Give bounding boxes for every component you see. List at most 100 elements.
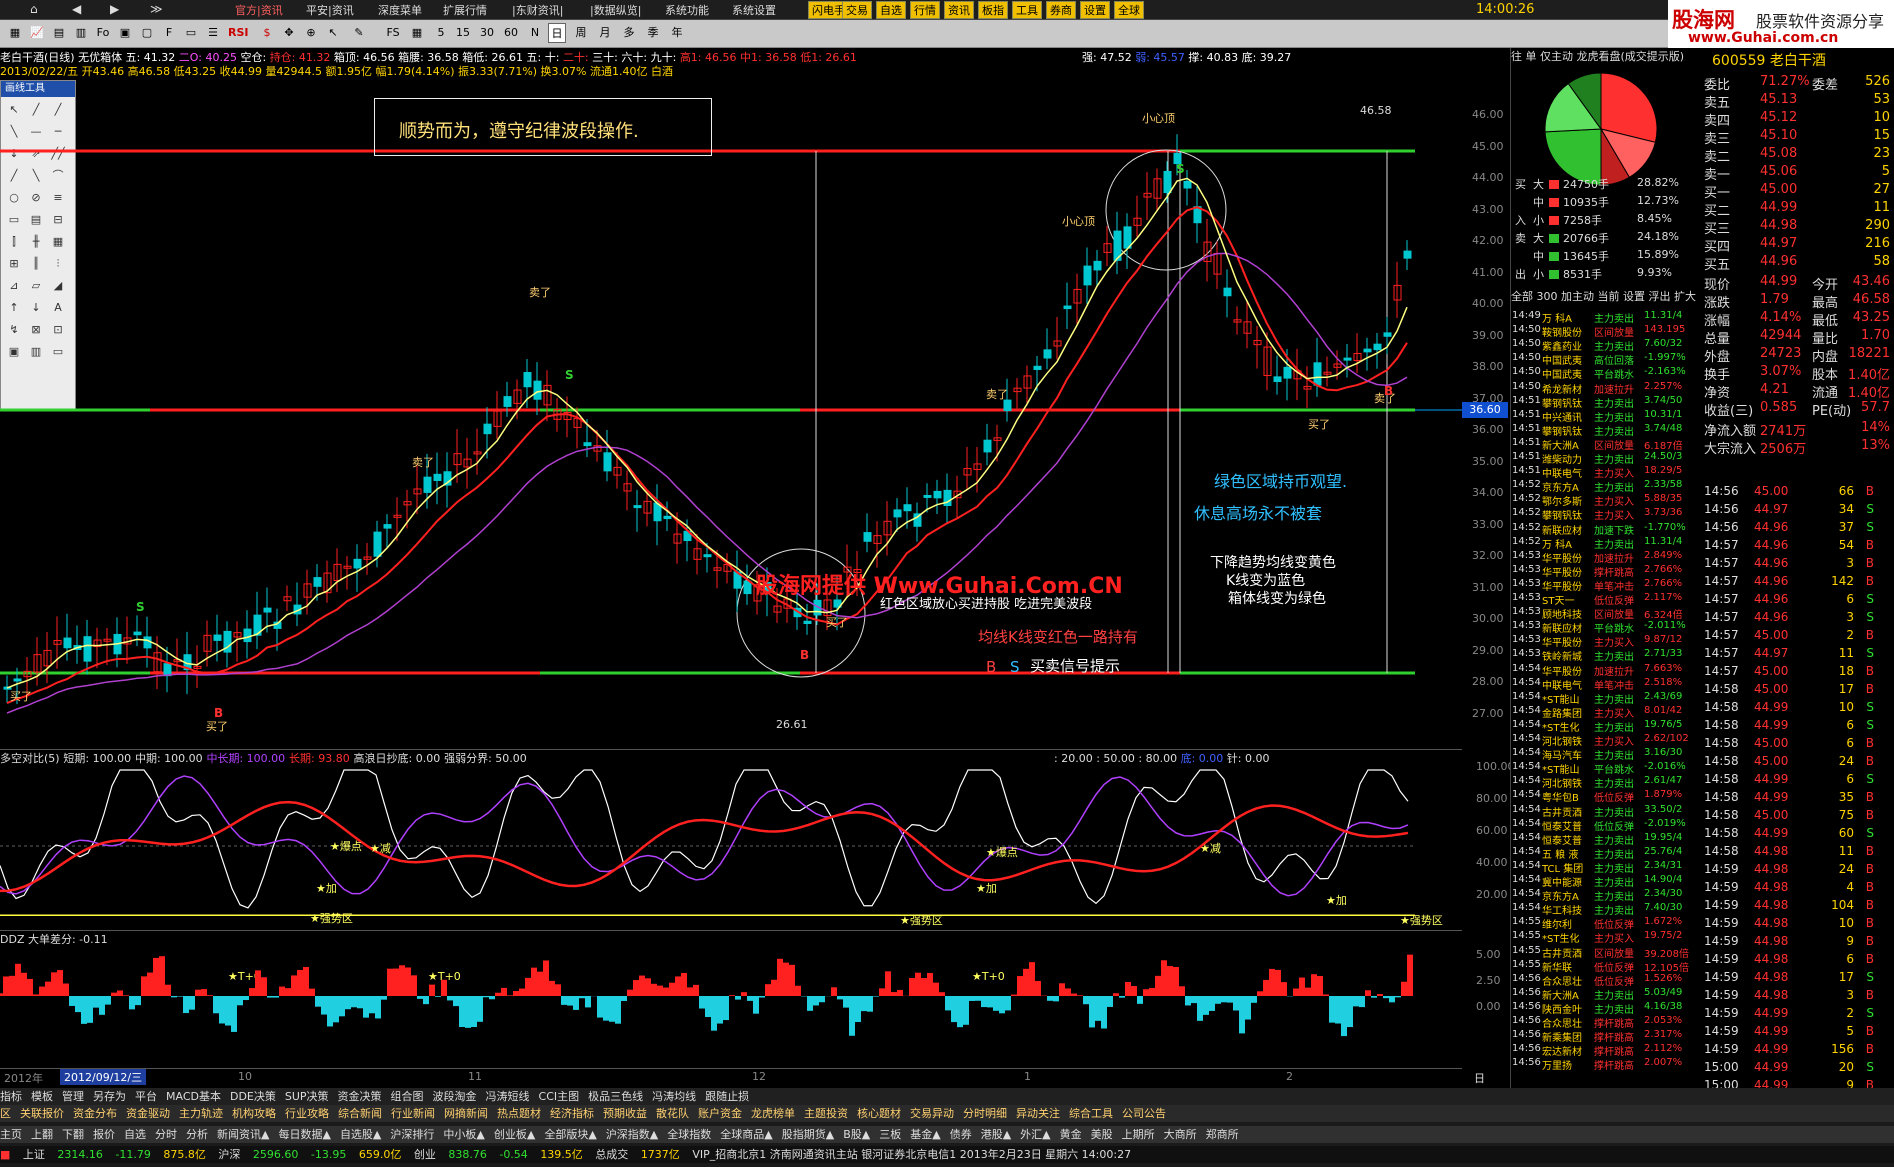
bottom-menu-item[interactable]: 分析 <box>186 1128 208 1141</box>
news-row[interactable]: 14:51 攀钢钒钛 主力卖出 3.74/48 <box>1512 423 1702 438</box>
news-row[interactable]: 14:54 海马汽车 主力卖出 3.16/30 <box>1512 747 1702 762</box>
news-row[interactable]: 14:51 新大洲A 区间放量 6.187倍 <box>1512 437 1702 452</box>
bottom-menu-item[interactable]: 龙虎榜单 <box>751 1107 795 1120</box>
main-chart-area[interactable]: 老白干酒(日线) 无优箱体 五: 41.32 二O: 40.25 空仓: 持仓:… <box>0 48 1515 1101</box>
bottom-menu-item[interactable]: 关联报价 <box>20 1107 64 1120</box>
period-quarter[interactable]: 季 <box>644 23 662 43</box>
back-icon[interactable]: ◀ <box>72 2 81 16</box>
tab-item[interactable]: 往 <box>1511 50 1522 63</box>
bottom-menu-item[interactable]: 报价 <box>93 1128 115 1141</box>
news-row[interactable]: 14:52 万 科A 主力卖出 11.31/4 <box>1512 536 1702 551</box>
bottom-menu-item[interactable]: 另存为 <box>93 1090 126 1103</box>
bottom-menu-item[interactable]: 债券 <box>950 1128 972 1141</box>
bottom-menu-item[interactable]: DDE决策 <box>230 1090 276 1103</box>
news-row[interactable]: 14:54 华平股份 加速拉升 7.663% <box>1512 663 1702 678</box>
chart-icon[interactable]: ▦ <box>6 23 24 43</box>
list-icon[interactable]: ☰ <box>204 23 222 43</box>
bottom-menu-item[interactable]: 每日数据▲ <box>278 1128 330 1141</box>
tab-item[interactable]: 仅主动 <box>1540 50 1573 63</box>
news-row[interactable]: 14:55 新华联 低位反弹 12.105倍 <box>1512 959 1702 974</box>
bottom-menu-item[interactable]: 散花队 <box>656 1107 689 1120</box>
bottom-menu-item[interactable]: 网摘新闻 <box>444 1107 488 1120</box>
news-row[interactable]: 14:54 金路集团 主力买入 8.01/42 <box>1512 705 1702 720</box>
table-icon[interactable]: ▣ <box>116 23 134 43</box>
bottom-menu-item[interactable]: 黄金 <box>1060 1128 1082 1141</box>
bottom-menu-item[interactable]: 指标 <box>0 1090 22 1103</box>
news-row[interactable]: 14:50 希龙新材 加速拉升 2.257% <box>1512 381 1702 396</box>
bottom-menu-item[interactable]: 自选 <box>124 1128 146 1141</box>
quick-button[interactable]: 券商 <box>1046 1 1076 19</box>
bottom-menu-item[interactable]: 分时明细 <box>963 1107 1007 1120</box>
window-icon[interactable]: ▭ <box>182 23 200 43</box>
bottom-menu-item[interactable]: 全球指数 <box>667 1128 711 1141</box>
news-row[interactable]: 14:56 宏达新材 撑杆跳高 2.112% <box>1512 1043 1702 1058</box>
news-row[interactable]: 14:54 TCL 集团 主力卖出 2.34/31 <box>1512 860 1702 875</box>
grid-icon[interactable]: ▤ <box>50 23 68 43</box>
quick-button[interactable]: 行情 <box>910 1 940 19</box>
panel-icon[interactable]: ▢ <box>138 23 156 43</box>
bar-icon[interactable]: ▥ <box>72 23 90 43</box>
bottom-menu-item[interactable]: 股指期货▲ <box>782 1128 834 1141</box>
news-row[interactable]: 14:55 *ST生化 主力买入 19.75/2 <box>1512 930 1702 945</box>
dollar-icon[interactable]: $ <box>258 23 276 43</box>
news-row[interactable]: 14:54 五 粮 液 主力卖出 25.76/4 <box>1512 846 1702 861</box>
bottom-menu-item[interactable]: 下翻 <box>62 1128 84 1141</box>
news-row[interactable]: 14:53 ST天一 低位反弹 2.117% <box>1512 592 1702 607</box>
period-multi[interactable]: 多 <box>620 23 638 43</box>
period-n[interactable]: N <box>526 23 544 43</box>
quick-button[interactable]: 自选 <box>876 1 906 19</box>
news-row[interactable]: 14:54 冀中能源 主力卖出 14.90/4 <box>1512 874 1702 889</box>
bottom-menu-item[interactable]: 主力轨迹 <box>179 1107 223 1120</box>
bottom-menu-item[interactable]: MACD基本 <box>166 1090 221 1103</box>
news-row[interactable]: 14:54 华工科技 主力卖出 7.40/30 <box>1512 902 1702 917</box>
bottom-menu-item[interactable]: 基金▲ <box>910 1128 940 1141</box>
news-row[interactable]: 14:56 万里扬 撑杆跳高 2.007% <box>1512 1057 1702 1072</box>
news-row[interactable]: 14:49 万 科A 主力卖出 11.31/4 <box>1512 310 1702 325</box>
news-row[interactable]: 14:50 鞍钢股份 区间放量 143.195 <box>1512 324 1702 339</box>
fs-icon[interactable]: FS <box>384 23 402 43</box>
bottom-menu-item[interactable]: 三板 <box>879 1128 901 1141</box>
news-row[interactable]: 14:56 合众思壮 撑杆跳高 2.053% <box>1512 1015 1702 1030</box>
quick-button[interactable]: 全球 <box>1114 1 1144 19</box>
quick-button[interactable]: 资讯 <box>944 1 974 19</box>
expand-icon[interactable]: ≫ <box>150 2 163 16</box>
news-row[interactable]: 14:52 攀钢钒钛 主力买入 3.73/36 <box>1512 507 1702 522</box>
news-row[interactable]: 14:53 新联应材 平台跳水 -2.011% <box>1512 620 1702 635</box>
menu-item[interactable]: 官方|资讯 <box>235 2 283 18</box>
pen-icon[interactable]: ✎ <box>350 23 368 43</box>
period-year[interactable]: 年 <box>668 23 686 43</box>
bottom-menu-item[interactable]: 沪深指数▲ <box>606 1128 658 1141</box>
news-row[interactable]: 14:56 新乘集团 撑杆跳高 2.317% <box>1512 1029 1702 1044</box>
news-row[interactable]: 14:54 粤华包B 低位反弹 1.879% <box>1512 789 1702 804</box>
bottom-menu-item[interactable]: 主题投资 <box>804 1107 848 1120</box>
period-month[interactable]: 月 <box>596 23 614 43</box>
bottom-menu-item[interactable]: 区 <box>0 1107 11 1120</box>
news-row[interactable]: 14:50 紫鑫药业 主力卖出 7.60/32 <box>1512 338 1702 353</box>
bottom-menu-item[interactable]: 分时 <box>155 1128 177 1141</box>
news-row[interactable]: 14:51 攀钢钒钛 主力卖出 3.74/50 <box>1512 395 1702 410</box>
candlestick-chart[interactable] <box>0 80 1462 780</box>
bottom-menu-item[interactable]: 账户资金 <box>698 1107 742 1120</box>
period-60[interactable]: 60 <box>502 23 520 43</box>
news-row[interactable]: 14:56 合众思壮 低位反弹 1.526% <box>1512 973 1702 988</box>
news-row[interactable]: 14:53 华平股份 撑杆跳高 2.766% <box>1512 564 1702 579</box>
news-row[interactable]: 14:54 *ST能山 主力卖出 2.43/69 <box>1512 691 1702 706</box>
news-row[interactable]: 14:52 鄂尔多斯 主力买入 5.88/35 <box>1512 493 1702 508</box>
bottom-menu-item[interactable]: 波段淘金 <box>433 1090 477 1103</box>
period-week[interactable]: 周 <box>572 23 590 43</box>
bottom-menu-item[interactable]: 郑商所 <box>1206 1128 1239 1141</box>
bottom-menu-item[interactable]: 公司公告 <box>1122 1107 1166 1120</box>
news-row[interactable]: 14:54 古井贡酒 主力卖出 33.50/2 <box>1512 804 1702 819</box>
news-row[interactable]: 14:52 新联应材 加速下跌 -1.770% <box>1512 522 1702 537</box>
bottom-menu-item[interactable]: 极品三色线 <box>588 1090 643 1103</box>
fo-icon[interactable]: Fo <box>94 23 112 43</box>
news-row[interactable]: 14:50 中国武夷 高位回落 -1.997% <box>1512 352 1702 367</box>
news-row[interactable]: 14:54 河北钢铁 主力买入 2.62/102 <box>1512 733 1702 748</box>
cursor-icon[interactable]: ↖ <box>324 23 342 43</box>
bottom-menu-item[interactable]: 中小板▲ <box>443 1128 484 1141</box>
menu-item[interactable]: |东财资讯| <box>512 2 563 18</box>
close-icon[interactable]: ■ <box>0 1148 10 1161</box>
bottom-menu-item[interactable]: 机构攻略 <box>232 1107 276 1120</box>
menu-item[interactable]: 平安|资讯 <box>306 2 354 18</box>
bottom-menu-item[interactable]: 预期收益 <box>603 1107 647 1120</box>
